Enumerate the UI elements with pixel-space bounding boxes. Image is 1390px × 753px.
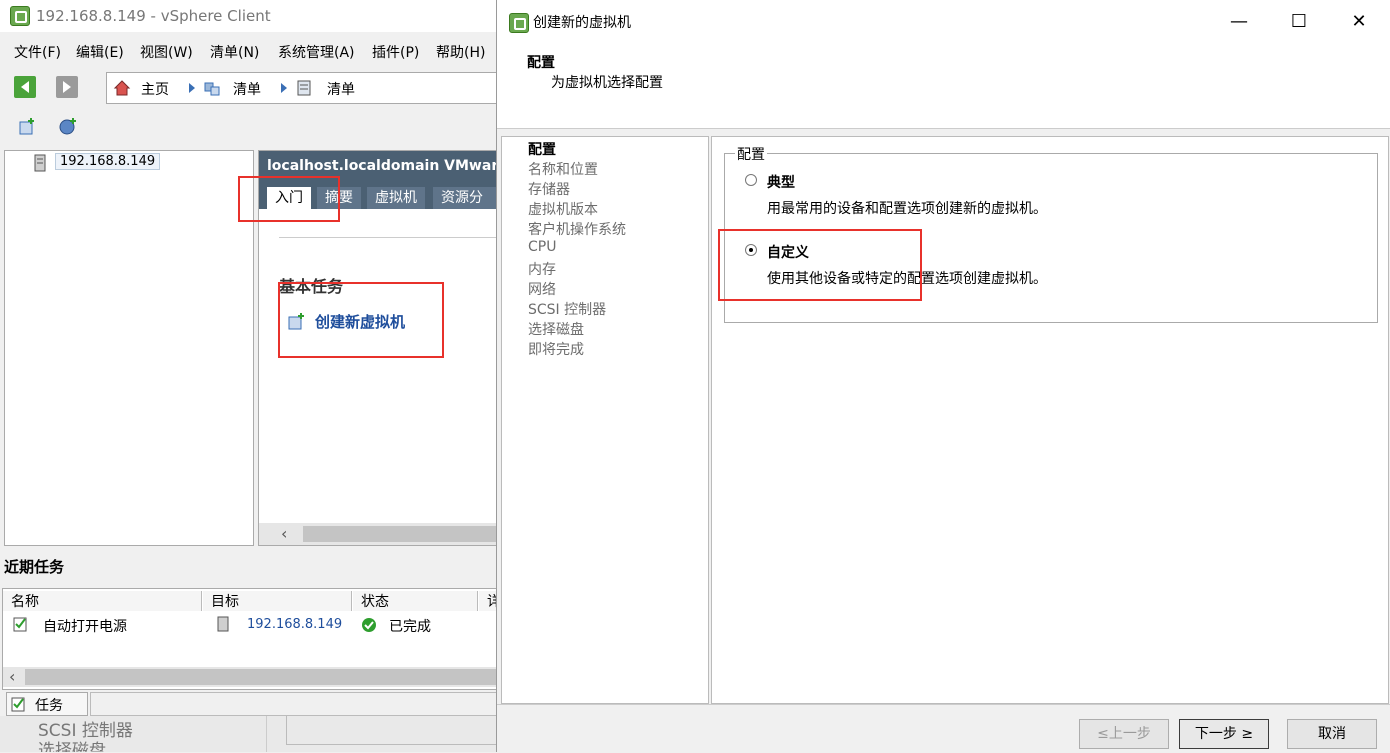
scroll-thumb[interactable] [303, 526, 500, 542]
task-target[interactable]: 192.168.8.149 [247, 617, 342, 632]
step-network: 网络 [528, 282, 556, 298]
breadcrumb-home[interactable]: 主页 [141, 79, 169, 99]
success-check-icon [361, 617, 377, 637]
inventory-list-icon [295, 79, 313, 101]
recent-tasks-title: 近期任务 [4, 558, 65, 576]
breadcrumb-separator-icon [281, 83, 287, 93]
step-memory: 内存 [528, 262, 556, 278]
forward-arrow-icon[interactable] [56, 76, 78, 98]
menu-help[interactable]: 帮助(H) [436, 42, 485, 62]
menu-bar: 文件(F) 编辑(E) 视图(W) 清单(N) 系统管理(A) 插件(P) 帮助… [0, 36, 500, 66]
tab-resource-allocation[interactable]: 资源分配 [433, 187, 500, 228]
breadcrumb: 主页 清单 清单 [106, 72, 500, 104]
step-name-location: 名称和位置 [528, 162, 598, 178]
scroll-thumb[interactable] [25, 669, 500, 685]
highlight-tab-box [238, 176, 340, 222]
status-bar-field [90, 692, 500, 716]
step-storage: 存储器 [528, 182, 570, 198]
scroll-left-icon[interactable]: ‹ [9, 667, 15, 686]
menu-view[interactable]: 视图(W) [140, 42, 193, 62]
close-button[interactable]: ✕ [1339, 8, 1379, 36]
option-typical-desc: 用最常用的设备和配置选项创建新的虚拟机。 [767, 201, 1047, 217]
menu-inventory[interactable]: 清单(N) [210, 42, 259, 62]
step-ready-to-complete: 即将完成 [528, 342, 584, 358]
tasks-horizontal-scrollbar[interactable]: ‹ [3, 667, 500, 687]
configuration-group-label: 配置 [735, 144, 767, 164]
dialog-title: 创建新的虚拟机 [533, 15, 631, 31]
step-guest-os: 客户机操作系统 [528, 222, 626, 238]
recent-tasks-table: 名称 目标 状态 详 自动打开电源 192.168.8.149 已完成 ‹ [2, 588, 500, 690]
step-select-disk: 选择磁盘 [528, 322, 584, 338]
background-step-disk: 选择磁盘 [38, 741, 106, 752]
wizard-steps: 配置 名称和位置 存储器 虚拟机版本 客户机操作系统 CPU 内存 网络 SCS… [501, 136, 709, 704]
tree-host-item[interactable]: 192.168.8.149 [55, 153, 161, 170]
column-header-target[interactable]: 目标 [203, 591, 352, 611]
menu-edit[interactable]: 编辑(E) [76, 42, 124, 62]
inventory-tree: 192.168.8.149 [4, 150, 254, 546]
minimize-button[interactable]: — [1219, 8, 1259, 36]
column-header-status[interactable]: 状态 [353, 591, 478, 611]
content-header-title: localhost.localdomain VMware E [267, 158, 500, 174]
step-configuration: 配置 [528, 142, 556, 158]
background-window-strip: SCSI 控制器 选择磁盘 [0, 716, 500, 752]
host-server-icon [33, 154, 47, 176]
divider [266, 716, 267, 752]
highlight-custom-box [718, 229, 922, 301]
highlight-create-vm-box [278, 282, 444, 358]
vsphere-logo-icon [509, 13, 529, 33]
tasks-status-tab[interactable]: 任务 [6, 692, 88, 716]
step-scsi-controller: SCSI 控制器 [528, 302, 607, 318]
radio-typical[interactable] [745, 174, 757, 186]
new-vm-toolbar-icon[interactable] [18, 116, 38, 140]
host-server-icon [217, 616, 229, 636]
table-row[interactable]: 自动打开电源 192.168.8.149 已完成 [3, 613, 500, 637]
dialog-title-bar: 创建新的虚拟机 — ☐ ✕ [497, 0, 1390, 44]
column-header-name[interactable]: 名称 [3, 591, 202, 611]
cancel-button[interactable]: 取消 [1287, 719, 1377, 749]
main-window-title: 192.168.8.149 - vSphere Client [36, 7, 271, 25]
task-icon [13, 615, 29, 637]
breadcrumb-inventory[interactable]: 清单 [233, 79, 261, 99]
new-host-toolbar-icon[interactable] [58, 116, 78, 140]
dialog-header-title: 配置 [527, 55, 555, 71]
tab-vms[interactable]: 虚拟机 [367, 187, 425, 209]
menu-plugins[interactable]: 插件(P) [372, 42, 419, 62]
home-icon [113, 79, 131, 101]
status-bar: 任务 [0, 690, 500, 716]
dialog-header-subtitle: 为虚拟机选择配置 [551, 75, 663, 91]
menu-file[interactable]: 文件(F) [14, 42, 61, 62]
vsphere-logo-icon [10, 6, 30, 26]
back-button[interactable]: ≤上一步 [1079, 719, 1169, 749]
step-cpu: CPU [528, 239, 557, 255]
divider [279, 237, 500, 238]
next-button[interactable]: 下一步 ≥ [1179, 719, 1269, 749]
configuration-pane: 配置 典型 用最常用的设备和配置选项创建新的虚拟机。 自定义 使用其他设备或特定… [711, 136, 1389, 704]
main-title-bar: 192.168.8.149 - vSphere Client [0, 0, 500, 32]
breadcrumb-separator-icon [189, 83, 195, 93]
scroll-left-icon[interactable]: ‹ [281, 524, 287, 543]
horizontal-scrollbar[interactable]: ‹ [259, 523, 500, 545]
maximize-button[interactable]: ☐ [1279, 8, 1319, 36]
dialog-button-bar: ≤上一步 下一步 ≥ 取消 [497, 704, 1390, 753]
option-typical-label[interactable]: 典型 [767, 172, 795, 192]
vsphere-main-window: 192.168.8.149 - vSphere Client 文件(F) 编辑(… [0, 0, 500, 752]
create-vm-dialog: 创建新的虚拟机 — ☐ ✕ 配置 为虚拟机选择配置 配置 名称和位置 存储器 虚… [496, 0, 1390, 753]
task-name: 自动打开电源 [43, 619, 127, 635]
breadcrumb-inventory-2[interactable]: 清单 [327, 79, 355, 99]
step-vm-version: 虚拟机版本 [528, 202, 598, 218]
inventory-icon [203, 79, 221, 101]
tasks-status-label: 任务 [35, 698, 63, 714]
tasks-icon [11, 695, 27, 717]
dialog-header: 配置 为虚拟机选择配置 [497, 44, 1390, 129]
menu-admin[interactable]: 系统管理(A) [278, 42, 355, 62]
task-status: 已完成 [389, 619, 431, 635]
background-panel [286, 716, 500, 745]
back-arrow-icon[interactable] [14, 76, 36, 98]
